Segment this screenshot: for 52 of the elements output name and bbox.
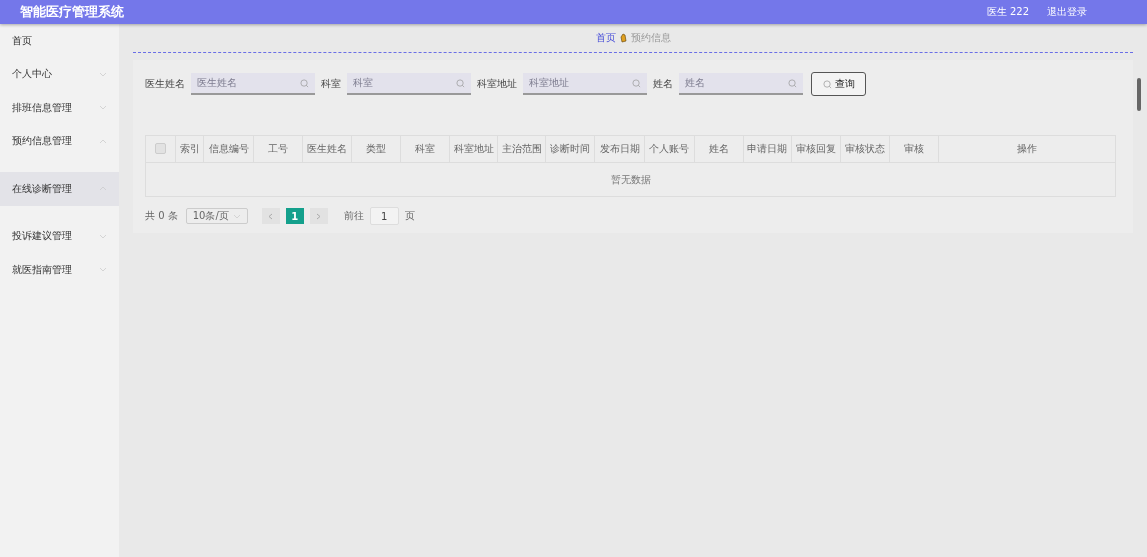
sidebar-item[interactable]: 在线诊断管理: [0, 172, 119, 206]
scrollbar[interactable]: [1137, 78, 1141, 111]
column-header: 诊断时间: [545, 135, 595, 163]
page-suffix: 页: [404, 209, 415, 223]
search-icon: [300, 78, 309, 88]
column-header: 工号: [253, 135, 303, 163]
column-header: 索引: [175, 135, 204, 163]
prev-page-button[interactable]: [261, 208, 280, 224]
column-header: 审核: [889, 135, 939, 163]
user-name: 医生 222: [986, 5, 1029, 19]
search-icon: [456, 78, 465, 88]
column-header: 类型: [351, 135, 401, 163]
sidebar-item[interactable]: 个人中心: [0, 57, 119, 91]
column-header: 审核状态: [840, 135, 890, 163]
search-icon: [632, 78, 641, 88]
goto-label: 前往: [343, 209, 364, 223]
column-header: 申请日期: [743, 135, 792, 163]
search-button[interactable]: 查询: [811, 72, 866, 96]
column-header: 主治范围: [497, 135, 546, 163]
chevron-right-icon: [316, 212, 322, 220]
sidebar-item[interactable]: 排班信息管理: [0, 91, 119, 125]
column-header: 个人账号: [644, 135, 694, 163]
next-page-button[interactable]: [309, 208, 328, 224]
column-header: 姓名: [694, 135, 744, 163]
search-icon: [822, 79, 832, 89]
goto-page-field[interactable]: 1: [369, 207, 399, 225]
logout-link[interactable]: 退出登录: [1047, 5, 1087, 19]
page-size-select[interactable]: 10条/页: [185, 208, 248, 224]
search-icon: [788, 78, 797, 88]
total-count: 共 0 条: [145, 209, 178, 223]
column-header: 医生姓名: [302, 135, 352, 163]
column-header: 发布日期: [594, 135, 645, 163]
filter-label: 姓名: [653, 77, 673, 91]
breadcrumb-link[interactable]: 首页: [595, 31, 616, 45]
column-header: 科室地址: [449, 135, 498, 163]
hand-icon: [619, 33, 627, 43]
sidebar-item[interactable]: 投诉建议管理: [0, 219, 119, 253]
column-header: 信息编号: [203, 135, 254, 163]
app-title: 智能医疗管理系统: [20, 3, 125, 21]
sidebar-item[interactable]: 预约信息管理: [0, 124, 119, 158]
filter-label: 科室: [321, 77, 341, 91]
empty-message: 暂无数据: [610, 173, 651, 185]
filter-label: 科室地址: [477, 77, 517, 91]
chevron-icon: [232, 213, 241, 219]
sidebar-item[interactable]: 就医指南管理: [0, 253, 119, 287]
filter-label: 医生姓名: [145, 77, 185, 91]
select-all-checkbox[interactable]: [155, 142, 166, 154]
chevron-left-icon: [268, 212, 274, 220]
column-header: 审核回复: [791, 135, 841, 163]
sidebar-item[interactable]: 首页: [0, 24, 119, 58]
column-header: 操作: [938, 135, 1116, 163]
column-header: 科室: [400, 135, 450, 163]
